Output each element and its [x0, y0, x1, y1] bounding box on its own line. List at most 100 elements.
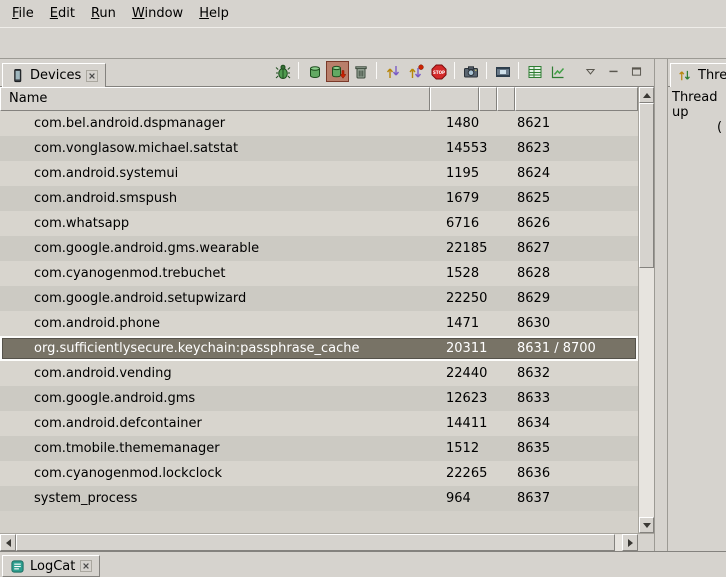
- device-process-row[interactable]: com.cyanogenmod.lockclock 22265 8636: [0, 461, 638, 486]
- device-process-row[interactable]: com.vonglasow.michael.satstat 14553 8623: [0, 136, 638, 161]
- vertical-scrollbar-track[interactable]: [639, 268, 654, 517]
- menu-run[interactable]: Run: [83, 2, 124, 25]
- device-process-row[interactable]: com.android.phone 1471 8630: [0, 311, 638, 336]
- column-header-name[interactable]: Name: [0, 87, 430, 111]
- close-icon[interactable]: [86, 70, 98, 82]
- process-name: system_process: [0, 491, 430, 506]
- scroll-right-button[interactable]: [622, 534, 638, 551]
- menu-edit[interactable]: Edit: [42, 2, 83, 25]
- vertical-scrollbar[interactable]: [638, 87, 654, 533]
- process-pid: 14553: [430, 141, 479, 156]
- sysinfo-chart-button[interactable]: [546, 61, 569, 82]
- process-pid: 1528: [430, 266, 479, 281]
- screen-capture-button[interactable]: [459, 61, 482, 82]
- toolbar-separator: [454, 62, 455, 79]
- process-pid: 1195: [430, 166, 479, 181]
- tab-devices[interactable]: Devices: [2, 63, 106, 87]
- scroll-up-button[interactable]: [639, 87, 654, 103]
- menu-file[interactable]: File: [4, 2, 42, 25]
- device-table: Name com.bel.android.dspmanager 1480 862…: [0, 87, 654, 533]
- toolbar-separator: [298, 62, 299, 79]
- process-name: com.android.phone: [0, 316, 430, 331]
- process-port: 8635: [515, 441, 638, 456]
- device-process-row[interactable]: com.google.android.setupwizard 22250 862…: [0, 286, 638, 311]
- scroll-left-button[interactable]: [0, 534, 16, 551]
- device-process-row[interactable]: system_process 964 8637: [0, 486, 638, 511]
- device-process-row[interactable]: com.bel.android.dspmanager 1480 8621: [0, 111, 638, 136]
- stop-label: STOP: [433, 69, 445, 74]
- column-header-port[interactable]: [515, 87, 638, 111]
- maximize-button[interactable]: [625, 61, 648, 82]
- start-method-profiling-button[interactable]: [404, 61, 427, 82]
- device-process-row[interactable]: com.android.smspush 1679 8625: [0, 186, 638, 211]
- process-port: 8637: [515, 491, 638, 506]
- device-process-row[interactable]: com.tmobile.thememanager 1512 8635: [0, 436, 638, 461]
- device-process-row[interactable]: com.google.android.gms.wearable 22185 86…: [0, 236, 638, 261]
- process-name: com.google.android.gms.wearable: [0, 241, 430, 256]
- menu-window[interactable]: Window: [124, 2, 191, 25]
- process-name: com.tmobile.thememanager: [0, 441, 430, 456]
- scroll-down-button[interactable]: [639, 517, 654, 533]
- view-menu-button[interactable]: [579, 61, 602, 82]
- device-process-row[interactable]: com.android.defcontainer 14411 8634: [0, 411, 638, 436]
- process-pid: 1679: [430, 191, 479, 206]
- panel-splitter[interactable]: [655, 59, 667, 551]
- logcat-icon: [10, 559, 25, 574]
- main-toolbar: [0, 27, 726, 59]
- device-process-row[interactable]: com.android.systemui 1195 8624: [0, 161, 638, 186]
- arrow-up-icon: [643, 93, 651, 98]
- devices-view: Devices: [0, 59, 655, 551]
- process-pid: 1471: [430, 316, 479, 331]
- bottom-tabbar: LogCat: [0, 551, 726, 577]
- process-port: 8624: [515, 166, 638, 181]
- devices-tabbar: Devices: [0, 59, 654, 87]
- tab-threads[interactable]: Threa: [670, 63, 726, 87]
- column-header-2[interactable]: [479, 87, 497, 111]
- threads-message-line1: Thread up: [672, 90, 724, 120]
- process-name: com.google.android.setupwizard: [0, 291, 430, 306]
- process-name: org.sufficientlysecure.keychain:passphra…: [0, 341, 430, 356]
- column-header-3[interactable]: [497, 87, 515, 111]
- column-header-pid[interactable]: [430, 87, 479, 111]
- threads-view: Threa Thread up (: [667, 59, 726, 551]
- device-process-row[interactable]: org.sufficientlysecure.keychain:passphra…: [0, 336, 638, 361]
- device-process-row[interactable]: com.cyanogenmod.trebuchet 1528 8628: [0, 261, 638, 286]
- device-table-header: Name: [0, 87, 638, 111]
- threads-icon: [678, 68, 693, 83]
- device-process-row[interactable]: com.android.vending 22440 8632: [0, 361, 638, 386]
- minimize-icon: [607, 65, 620, 78]
- process-port: 8633: [515, 391, 638, 406]
- process-port: 8634: [515, 416, 638, 431]
- stop-process-icon: STOP: [431, 64, 447, 80]
- horizontal-scrollbar[interactable]: [0, 534, 638, 551]
- vertical-scrollbar-thumb[interactable]: [639, 103, 654, 268]
- process-pid: 22250: [430, 291, 479, 306]
- device-process-row[interactable]: com.google.android.gms 12623 8633: [0, 386, 638, 411]
- screen-capture-icon: [463, 64, 479, 80]
- process-pid: 12623: [430, 391, 479, 406]
- process-name: com.cyanogenmod.lockclock: [0, 466, 430, 481]
- menu-help[interactable]: Help: [191, 2, 237, 25]
- update-heap-button[interactable]: [303, 61, 326, 82]
- update-heap-icon: [307, 64, 323, 80]
- process-pid: 1512: [430, 441, 479, 456]
- toolbar-separator: [376, 62, 377, 79]
- threads-tabbar: Threa: [668, 59, 726, 87]
- debug-process-button[interactable]: [271, 61, 294, 82]
- stop-process-button[interactable]: STOP: [427, 61, 450, 82]
- process-port: 8626: [515, 216, 638, 231]
- screen-record-button[interactable]: [491, 61, 514, 82]
- process-port: 8636: [515, 466, 638, 481]
- process-port: 8631 / 8700: [515, 341, 638, 356]
- minimize-button[interactable]: [602, 61, 625, 82]
- process-pid: 14411: [430, 416, 479, 431]
- update-threads-button[interactable]: [381, 61, 404, 82]
- device-process-row[interactable]: com.whatsapp 6716 8626: [0, 211, 638, 236]
- tab-logcat[interactable]: LogCat: [2, 555, 100, 577]
- close-icon[interactable]: [80, 560, 92, 572]
- sysinfo-table-button[interactable]: [523, 61, 546, 82]
- cause-gc-button[interactable]: [349, 61, 372, 82]
- horizontal-scrollbar-thumb[interactable]: [16, 534, 615, 551]
- tab-threads-label: Threa: [698, 68, 726, 83]
- dump-hprof-button[interactable]: [326, 61, 349, 82]
